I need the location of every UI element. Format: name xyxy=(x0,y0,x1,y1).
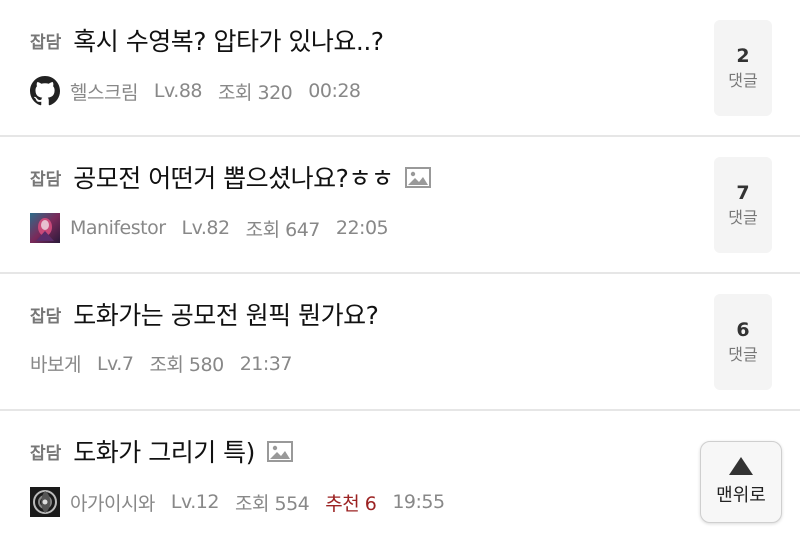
dark-emblem-avatar xyxy=(30,487,60,517)
author-name[interactable]: 바보게 xyxy=(30,350,81,377)
post-title[interactable]: 도화가는 공모전 원픽 뭔가요? xyxy=(73,296,379,332)
comment-count-box[interactable]: 2 댓글 xyxy=(714,20,772,116)
comment-label: 댓글 xyxy=(728,208,758,227)
comment-label: 댓글 xyxy=(728,71,758,90)
post-time: 21:37 xyxy=(239,352,293,375)
comment-label: 댓글 xyxy=(728,345,758,364)
author-level: Lv.12 xyxy=(170,491,220,513)
post-row[interactable]: 잡담 도화가는 공모전 원픽 뭔가요? 바보게 Lv.7 조회 580 21:3… xyxy=(0,274,800,411)
author-level: Lv.88 xyxy=(153,80,203,102)
author-level: Lv.7 xyxy=(96,352,134,375)
post-row[interactable]: 잡담 도화가 그리기 특) 아가이시와 Lv.12 조회 554 추천 6 19… xyxy=(0,411,800,553)
up-triangle-icon xyxy=(729,457,753,475)
view-count: 조회 554 xyxy=(234,492,310,515)
post-meta: 아가이시와 Lv.12 조회 554 추천 6 19:55 xyxy=(30,487,461,517)
post-title-line[interactable]: 잡담 공모전 어떤거 뽑으셨나요?ㅎㅎ xyxy=(30,159,432,195)
post-time: 00:28 xyxy=(308,80,361,102)
comment-count: 2 xyxy=(736,45,750,67)
scroll-to-top-button[interactable]: 맨위로 xyxy=(700,441,782,523)
comment-count: 7 xyxy=(736,182,750,204)
post-title-line[interactable]: 잡담 도화가 그리기 특) xyxy=(30,433,293,469)
post-meta: 헬스크림 Lv.88 조회 320 00:28 xyxy=(30,76,377,106)
author-name[interactable]: 헬스크림 xyxy=(70,78,138,105)
author-level: Lv.82 xyxy=(181,217,231,239)
author-name[interactable]: Manifestor xyxy=(70,217,166,239)
post-meta: Manifestor Lv.82 조회 647 22:05 xyxy=(30,213,404,243)
post-time: 22:05 xyxy=(335,217,389,239)
author-name[interactable]: 아가이시와 xyxy=(70,489,155,516)
post-row[interactable]: 잡담 혹시 수영복? 압타가 있나요..? 헬스크림 Lv.88 조회 320 … xyxy=(0,0,800,137)
post-title-line[interactable]: 잡담 혹시 수영복? 압타가 있나요..? xyxy=(30,22,384,58)
post-title[interactable]: 혹시 수영복? 압타가 있나요..? xyxy=(73,22,384,58)
post-title-line[interactable]: 잡담 도화가는 공모전 원픽 뭔가요? xyxy=(30,296,379,332)
game-character-avatar xyxy=(30,213,60,243)
category-tag: 잡담 xyxy=(30,32,62,53)
category-tag: 잡담 xyxy=(30,169,62,190)
recommend-count: 추천 6 xyxy=(325,492,377,515)
comment-count-box[interactable]: 6 댓글 xyxy=(714,294,772,390)
view-count: 조회 647 xyxy=(245,218,321,241)
post-title[interactable]: 도화가 그리기 특) xyxy=(73,433,255,469)
comment-count: 6 xyxy=(736,319,750,341)
category-tag: 잡담 xyxy=(30,306,62,327)
post-meta: 바보게 Lv.7 조회 580 21:37 xyxy=(30,350,308,377)
post-time: 19:55 xyxy=(392,491,445,513)
github-icon xyxy=(30,76,60,106)
post-row[interactable]: 잡담 공모전 어떤거 뽑으셨나요?ㅎㅎ Manifestor Lv.82 조회 … xyxy=(0,137,800,274)
post-title[interactable]: 공모전 어떤거 뽑으셨나요?ㅎㅎ xyxy=(73,159,394,195)
image-attachment-icon xyxy=(405,166,432,188)
category-tag: 잡담 xyxy=(30,443,62,464)
comment-count-box[interactable]: 7 댓글 xyxy=(714,157,772,253)
view-count: 조회 320 xyxy=(218,81,293,104)
scroll-to-top-label: 맨위로 xyxy=(716,485,766,506)
image-attachment-icon xyxy=(266,440,293,462)
view-count: 조회 580 xyxy=(149,354,224,376)
